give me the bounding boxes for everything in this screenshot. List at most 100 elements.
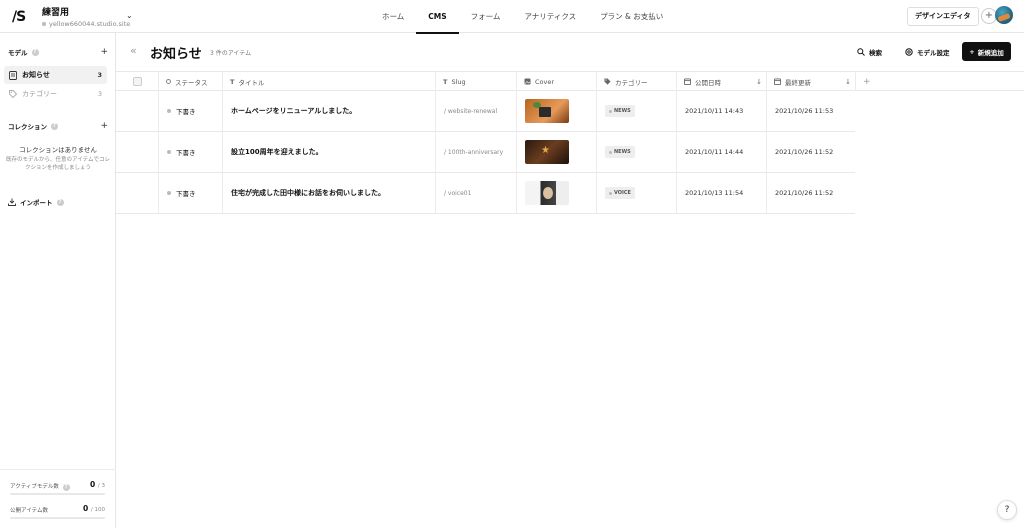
- calendar-icon: [774, 78, 781, 85]
- import-label: インポート: [20, 199, 53, 207]
- sidebar-item-category[interactable]: カテゴリー 3: [4, 85, 107, 103]
- column-category[interactable]: カテゴリー: [596, 72, 676, 91]
- add-column-button[interactable]: +: [855, 72, 885, 91]
- sidebar-item-oshirase[interactable]: お知らせ 3: [4, 66, 107, 84]
- chevron-down-icon[interactable]: ⌄: [126, 11, 133, 20]
- help-circle-icon[interactable]: ?: [51, 122, 58, 130]
- published-cell[interactable]: 2021/10/13 11:54: [676, 173, 766, 213]
- nav-cms[interactable]: CMS: [416, 0, 460, 34]
- sidebar-item-count: 3: [97, 90, 102, 98]
- category-cell[interactable]: NEWS: [596, 91, 676, 131]
- status-cell: 下書き: [158, 132, 222, 172]
- column-published[interactable]: 公開日時 ↓: [676, 72, 766, 91]
- sidebar: モデル ? + お知らせ 3 カテゴリー 3 コレクション ? + コレクション…: [0, 33, 116, 528]
- status-column-icon: [166, 79, 171, 84]
- status-dot: [167, 109, 171, 113]
- published-cell[interactable]: 2021/10/11 14:44: [676, 132, 766, 172]
- main-nav: ホーム CMS フォーム アナリティクス プラン & お支払い: [370, 0, 675, 34]
- nav-form[interactable]: フォーム: [459, 0, 513, 33]
- project-url-text: yellow660044.studio.site: [49, 20, 131, 28]
- import-row[interactable]: インポート ?: [8, 197, 108, 207]
- cover-cell[interactable]: [516, 132, 596, 172]
- title-cell[interactable]: 住宅が完成した田中様にお話をお伺いしました。: [222, 173, 435, 213]
- design-editor-button[interactable]: デザインエディタ: [907, 7, 979, 26]
- slug-cell[interactable]: / 100th-anniversary: [435, 132, 516, 172]
- collections-empty-title: コレクションはありません: [19, 146, 97, 154]
- sort-arrow-icon[interactable]: ↓: [756, 78, 762, 86]
- help-button[interactable]: ?: [997, 500, 1017, 520]
- badge-dot: [609, 191, 612, 195]
- title-cell[interactable]: 設立100周年を迎えました。: [222, 132, 435, 172]
- text-type-icon: T: [230, 77, 235, 86]
- item-count: 3 件のアイテム: [210, 50, 252, 57]
- add-model-button[interactable]: +: [100, 47, 108, 57]
- help-circle-icon[interactable]: ?: [56, 198, 64, 206]
- add-collection-button[interactable]: +: [100, 121, 108, 131]
- nav-plan-billing[interactable]: プラン & お支払い: [588, 0, 675, 33]
- select-all-cell: [116, 72, 158, 91]
- public-items-label: 公開アイテム数: [10, 508, 48, 514]
- search-button[interactable]: 検索: [857, 47, 882, 57]
- column-updated[interactable]: 最終更新 ↓: [766, 72, 855, 91]
- table-row[interactable]: 下書き 設立100周年を迎えました。 / 100th-anniversary N…: [116, 132, 855, 173]
- status-text: 下書き: [176, 108, 196, 116]
- table-row[interactable]: 下書き ホームページをリニューアルしました。 / website-renewal…: [116, 91, 855, 132]
- image-icon: [524, 78, 531, 85]
- model-settings-label: モデル設定: [917, 49, 950, 57]
- category-cell[interactable]: NEWS: [596, 132, 676, 172]
- collections-empty-description: 既存のモデルから、任意のアイテムでコレクションを作成しましょう: [6, 157, 110, 171]
- active-models-label: アクティブモデル数: [10, 484, 59, 490]
- cover-thumbnail: [525, 140, 569, 164]
- project-name: 練習用: [42, 8, 70, 18]
- category-label: VOICE: [614, 190, 631, 196]
- status-dot: [167, 150, 171, 154]
- table-row[interactable]: 下書き 住宅が完成した田中様にお話をお伺いしました。 / voice01 VOI…: [116, 173, 855, 214]
- gear-icon: [905, 48, 913, 56]
- badge-dot: [609, 109, 612, 113]
- column-label: ステータス: [175, 78, 208, 87]
- page-title: お知らせ: [150, 47, 202, 62]
- select-all-checkbox[interactable]: [132, 77, 142, 86]
- cover-cell[interactable]: [516, 91, 596, 131]
- title-cell[interactable]: ホームページをリニューアルしました。: [222, 91, 435, 131]
- column-title[interactable]: T タイトル: [222, 72, 435, 91]
- column-label: タイトル: [238, 78, 265, 87]
- published-cell[interactable]: 2021/10/11 14:43: [676, 91, 766, 131]
- sort-arrow-icon[interactable]: ↓: [845, 78, 851, 86]
- nav-home[interactable]: ホーム: [370, 0, 416, 33]
- category-cell[interactable]: VOICE: [596, 173, 676, 213]
- status-dot: [167, 191, 171, 195]
- project-switcher[interactable]: 練習用 yellow660044.studio.site: [42, 5, 130, 28]
- text-type-icon: T: [443, 77, 448, 86]
- project-url: yellow660044.studio.site: [42, 20, 130, 28]
- search-label: 検索: [869, 49, 882, 57]
- slug-cell[interactable]: / voice01: [435, 173, 516, 213]
- column-label: 公開日時: [695, 78, 721, 87]
- slug-cell[interactable]: / website-renewal: [435, 91, 516, 131]
- help-circle-icon[interactable]: ?: [31, 48, 39, 56]
- avatar[interactable]: [995, 6, 1013, 24]
- add-item-label: 新規追加: [977, 48, 1004, 57]
- add-item-button[interactable]: + 新規追加: [962, 42, 1011, 61]
- tag-icon: [604, 78, 611, 85]
- category-badge: VOICE: [605, 187, 635, 199]
- column-status[interactable]: ステータス: [158, 72, 222, 91]
- column-cover[interactable]: Cover: [516, 72, 596, 91]
- active-models-limit: / 3: [97, 483, 105, 489]
- document-icon: [9, 70, 17, 80]
- help-circle-icon[interactable]: ?: [62, 484, 70, 491]
- collapse-sidebar-icon[interactable]: «: [130, 44, 137, 57]
- model-settings-button[interactable]: モデル設定: [905, 47, 950, 57]
- collections-heading: コレクション: [8, 123, 47, 131]
- column-slug[interactable]: T Slug: [435, 72, 516, 91]
- active-models-value: 0 / 3: [90, 480, 105, 489]
- nav-analytics[interactable]: アナリティクス: [512, 0, 588, 33]
- studio-logo[interactable]: /S: [12, 9, 26, 25]
- cover-cell[interactable]: [516, 173, 596, 213]
- public-items-number: 0: [83, 504, 89, 513]
- sidebar-item-count: 3: [97, 71, 102, 79]
- category-badge: NEWS: [605, 105, 635, 117]
- category-label: NEWS: [614, 149, 631, 155]
- cover-thumbnail: [525, 181, 569, 205]
- download-icon: [8, 198, 16, 206]
